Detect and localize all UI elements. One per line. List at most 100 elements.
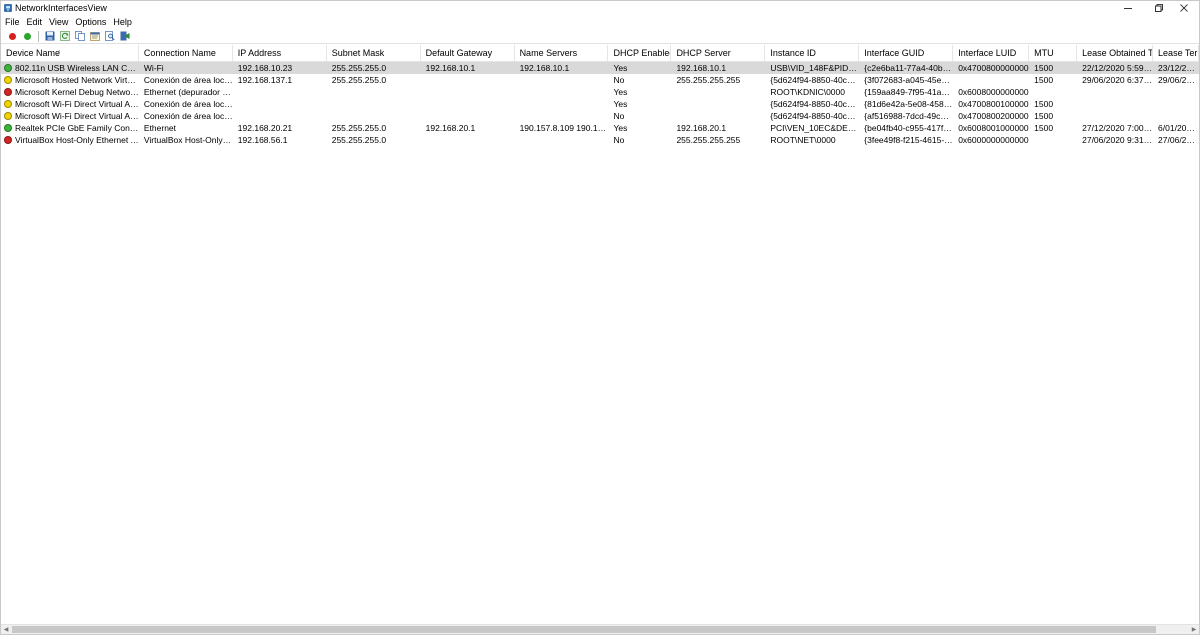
toolbar-separator <box>38 30 39 42</box>
table-cell: 1500 <box>1034 75 1054 85</box>
column-header-interface-guid[interactable]: Interface GUID <box>859 45 954 62</box>
menu-view[interactable]: View <box>45 16 71 28</box>
save-icon <box>45 31 54 41</box>
disable-button[interactable] <box>6 30 19 43</box>
column-header-lease-obtained[interactable]: Lease Obtained Ti... <box>1077 45 1154 62</box>
column-header-connection-name[interactable]: Connection Name <box>139 45 233 62</box>
table-row[interactable]: Microsoft Hosted Network Virtual A... Con… <box>1 74 1199 86</box>
sort-ascending-icon: ⁄ <box>58 50 60 57</box>
table-cell <box>515 134 609 146</box>
exit-button[interactable] <box>118 30 131 43</box>
horizontal-scrollbar[interactable]: ◀ ▶ <box>1 624 1199 634</box>
table-cell: 255.255.255.0 <box>331 123 387 133</box>
table-cell <box>233 86 327 98</box>
table-cell <box>1153 98 1199 110</box>
table-cell <box>515 110 609 122</box>
copy-button[interactable] <box>73 30 86 43</box>
table-cell: 0x4700800000000 <box>958 63 1029 73</box>
close-button[interactable] <box>1167 1 1200 15</box>
save-button[interactable] <box>43 30 56 43</box>
table-cell: 192.168.56.1 <box>237 135 288 145</box>
device-name-text: Microsoft Wi-Fi Direct Virtual Adapt... <box>15 111 139 121</box>
device-name-text: 802.11n USB Wireless LAN Card <box>15 63 139 73</box>
column-header-dhcp-server[interactable]: DHCP Server <box>671 45 766 62</box>
column-header-dhcp-enabled[interactable]: DHCP Enabled <box>608 45 672 62</box>
device-name-text: Microsoft Hosted Network Virtual A... <box>15 75 139 85</box>
table-cell: 27/06/2020 9:31:54... <box>1082 135 1153 145</box>
device-name-text: Microsoft Kernel Debug Network A... <box>15 87 139 97</box>
table-cell <box>1077 110 1153 122</box>
table-cell: 192.168.10.23 <box>237 63 293 73</box>
table-row[interactable]: Microsoft Kernel Debug Network A... Ether… <box>1 86 1199 98</box>
menu-file[interactable]: File <box>1 16 23 28</box>
close-icon <box>1180 4 1188 12</box>
table-row[interactable]: Microsoft Wi-Fi Direct Virtual Adapt... C… <box>1 110 1199 122</box>
menu-edit[interactable]: Edit <box>23 16 46 28</box>
table-cell <box>327 86 421 98</box>
table-cell: Yes <box>613 123 628 133</box>
table-cell: Yes <box>613 87 628 97</box>
table-cell <box>421 98 515 110</box>
table-cell: 255.255.255.255 <box>676 75 741 85</box>
table-cell: No <box>613 111 625 121</box>
table-cell: 192.168.20.1 <box>425 123 476 133</box>
table-cell: 255.255.255.255 <box>676 135 741 145</box>
column-header-interface-luid[interactable]: Interface LUID <box>953 45 1030 62</box>
find-icon <box>104 31 115 41</box>
column-header-mtu[interactable]: MTU <box>1029 45 1078 62</box>
table-cell: 192.168.20.21 <box>237 123 293 133</box>
table-cell: 29/06/2020 6 <box>1158 75 1199 85</box>
interfaces-list[interactable]: Device Name ⁄ Connection Name IP Address… <box>1 45 1199 623</box>
column-header-name-servers[interactable]: Name Servers <box>515 45 609 62</box>
device-name-text: Realtek PCIe GbE Family Controller <box>15 123 139 133</box>
refresh-button[interactable] <box>58 30 71 43</box>
table-row[interactable]: Realtek PCIe GbE Family Controller Ethern… <box>1 122 1199 134</box>
minimize-icon <box>1124 8 1132 9</box>
refresh-icon <box>59 31 70 41</box>
table-row[interactable]: VirtualBox Host-Only Ethernet Ada... Virt… <box>1 134 1199 146</box>
table-cell: 0x6000000000000 <box>958 135 1029 145</box>
table-cell: Wi-Fi <box>143 63 164 73</box>
table-cell <box>671 98 765 110</box>
table-cell <box>671 86 765 98</box>
properties-button[interactable] <box>88 30 101 43</box>
menu-options[interactable]: Options <box>71 16 109 28</box>
column-header-default-gateway[interactable]: Default Gateway <box>421 45 515 62</box>
table-cell: {3f072683-a045-45e6-81... <box>864 75 954 85</box>
table-cell: Conexión de área local* ... <box>143 75 233 85</box>
menu-help[interactable]: Help <box>109 16 135 28</box>
table-cell <box>421 86 515 98</box>
table-cell: Realtek PCIe GbE Family Controller <box>1 122 139 134</box>
table-cell: {81d6e42a-5e08-4585-9c... <box>864 99 953 109</box>
minimize-button[interactable] <box>1111 1 1145 15</box>
find-button[interactable] <box>103 30 116 43</box>
column-header-device-name[interactable]: Device Name ⁄ <box>1 45 139 62</box>
table-cell <box>421 134 515 146</box>
table-row[interactable]: Microsoft Wi-Fi Direct Virtual Adapt... C… <box>1 98 1199 110</box>
list-rows: 802.11n USB Wireless LAN Card Wi-Fi 192.16… <box>1 62 1199 146</box>
status-red-icon <box>4 88 12 96</box>
table-cell: {5d624f94-8850-40c3-a3... <box>770 111 860 121</box>
enable-button[interactable] <box>21 30 34 43</box>
table-cell: USB\VID_148F&PID_760... <box>770 63 859 73</box>
device-name-text: Microsoft Wi-Fi Direct Virtual Adapt... <box>15 99 139 109</box>
status-green-icon <box>4 64 12 72</box>
window-title: NetworkInterfacesView <box>15 3 107 13</box>
table-cell: 1500 <box>1034 123 1054 133</box>
table-cell: ROOT\NET\0000 <box>770 135 836 145</box>
table-cell: 255.255.255.0 <box>331 135 387 145</box>
restore-icon <box>1155 4 1163 12</box>
table-cell: {5d624f94-8850-40c3-a3... <box>770 99 860 109</box>
column-header-ip-address[interactable]: IP Address <box>233 45 327 62</box>
table-cell: {3fee49f8-f215-4615-87f... <box>864 135 954 145</box>
exit-icon <box>120 31 129 41</box>
scrollbar-thumb[interactable] <box>12 626 1156 633</box>
table-cell <box>1029 86 1077 98</box>
column-header-subnet-mask[interactable]: Subnet Mask <box>327 45 421 62</box>
table-row[interactable]: 802.11n USB Wireless LAN Card Wi-Fi 192.16… <box>1 62 1199 74</box>
column-header-instance-id[interactable]: Instance ID <box>765 45 860 62</box>
scroll-right-icon[interactable]: ▶ <box>1189 625 1199 634</box>
column-header-lease-terminates[interactable]: Lease Termin <box>1153 45 1199 62</box>
table-cell: Microsoft Wi-Fi Direct Virtual Adapt... <box>1 110 139 122</box>
scroll-left-icon[interactable]: ◀ <box>1 625 11 634</box>
